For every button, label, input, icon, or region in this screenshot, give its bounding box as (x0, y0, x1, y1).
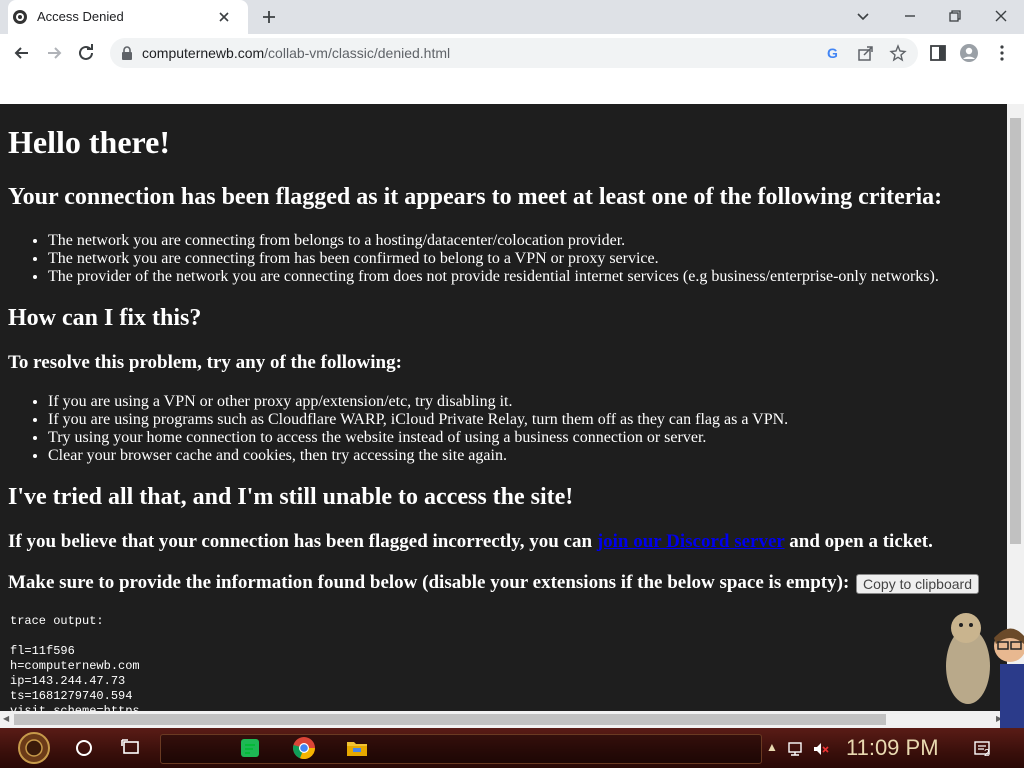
tray-overflow-icon[interactable]: ▲ (766, 740, 784, 758)
resolve-heading: To resolve this problem, try any of the … (8, 352, 402, 373)
criteria-list: The network you are connecting from belo… (8, 232, 939, 286)
close-window-icon[interactable] (993, 8, 1009, 24)
fix-heading: How can I fix this? (8, 305, 202, 331)
start-button-icon[interactable] (12, 731, 56, 765)
file-explorer-icon[interactable] (345, 736, 369, 760)
svg-text:G: G (827, 45, 838, 61)
list-item: The network you are connecting from has … (48, 250, 939, 268)
tab-search-icon[interactable] (855, 8, 871, 24)
forward-icon[interactable] (44, 43, 64, 63)
search-circle-icon[interactable] (72, 736, 96, 760)
page-viewport: Hello there! Your connection has been fl… (0, 104, 1007, 711)
favicon-icon (13, 10, 27, 24)
mascot-overlay-icon (946, 613, 1024, 728)
lock-icon[interactable] (120, 45, 134, 61)
share-icon[interactable] (857, 44, 875, 62)
discord-link[interactable]: join our Discord server (597, 531, 785, 552)
chrome-icon[interactable] (292, 736, 316, 760)
copy-to-clipboard-button[interactable]: Copy to clipboard (856, 573, 979, 594)
side-panel-icon[interactable] (928, 43, 948, 63)
url-path: /collab-vm/classic/denied.html (264, 45, 451, 61)
bookmarks-area (0, 72, 1024, 105)
google-translate-icon[interactable]: G (825, 44, 843, 62)
network-icon[interactable] (787, 740, 805, 758)
fixes-list: If you are using a VPN or other proxy ap… (8, 393, 788, 465)
list-item: Try using your home connection to access… (48, 429, 788, 447)
task-view-icon[interactable] (119, 736, 143, 760)
trace-output: trace output: fl=11f596 h=computernewb.c… (10, 614, 140, 711)
tried-heading: I've tried all that, and I'm still unabl… (8, 484, 574, 510)
list-item: If you are using a VPN or other proxy ap… (48, 393, 788, 411)
restore-icon[interactable] (947, 8, 963, 24)
list-item: The provider of the network you are conn… (48, 268, 939, 286)
reload-icon[interactable] (76, 43, 96, 63)
menu-kebab-icon[interactable] (992, 43, 1012, 63)
info-text: Make sure to provide the information fou… (8, 572, 850, 593)
flag-heading: Your connection has been flagged as it a… (8, 184, 943, 210)
url-host: computernewb.com (142, 45, 265, 61)
url-text[interactable]: computernewb.com/collab-vm/classic/denie… (142, 45, 450, 61)
bookmark-star-icon[interactable] (889, 44, 907, 62)
scroll-left-icon[interactable]: ◀ (3, 714, 9, 723)
minimize-icon[interactable] (902, 8, 918, 24)
tab-title: Access Denied (37, 9, 124, 24)
close-tab-icon[interactable] (216, 9, 232, 25)
notes-app-icon[interactable] (238, 736, 262, 760)
taskbar-clock[interactable]: 11:09 PM (846, 735, 939, 761)
new-tab-icon[interactable] (260, 8, 278, 26)
incorrect-suffix: and open a ticket. (789, 531, 933, 552)
info-line: Make sure to provide the information fou… (8, 572, 979, 594)
list-item: The network you are connecting from belo… (48, 232, 939, 250)
back-icon[interactable] (12, 43, 32, 63)
profile-avatar-icon[interactable] (959, 43, 979, 63)
page-heading: Hello there! (8, 124, 171, 160)
incorrect-prefix: If you believe that your connection has … (8, 531, 593, 552)
volume-muted-icon[interactable] (812, 740, 830, 758)
list-item: Clear your browser cache and cookies, th… (48, 447, 788, 465)
vertical-scroll-thumb[interactable] (1010, 118, 1021, 544)
horizontal-scroll-thumb[interactable] (14, 714, 886, 725)
notification-count: 2 (984, 748, 990, 759)
list-item: If you are using programs such as Cloudf… (48, 411, 788, 429)
incorrect-flag-text: If you believe that your connection has … (8, 531, 933, 553)
